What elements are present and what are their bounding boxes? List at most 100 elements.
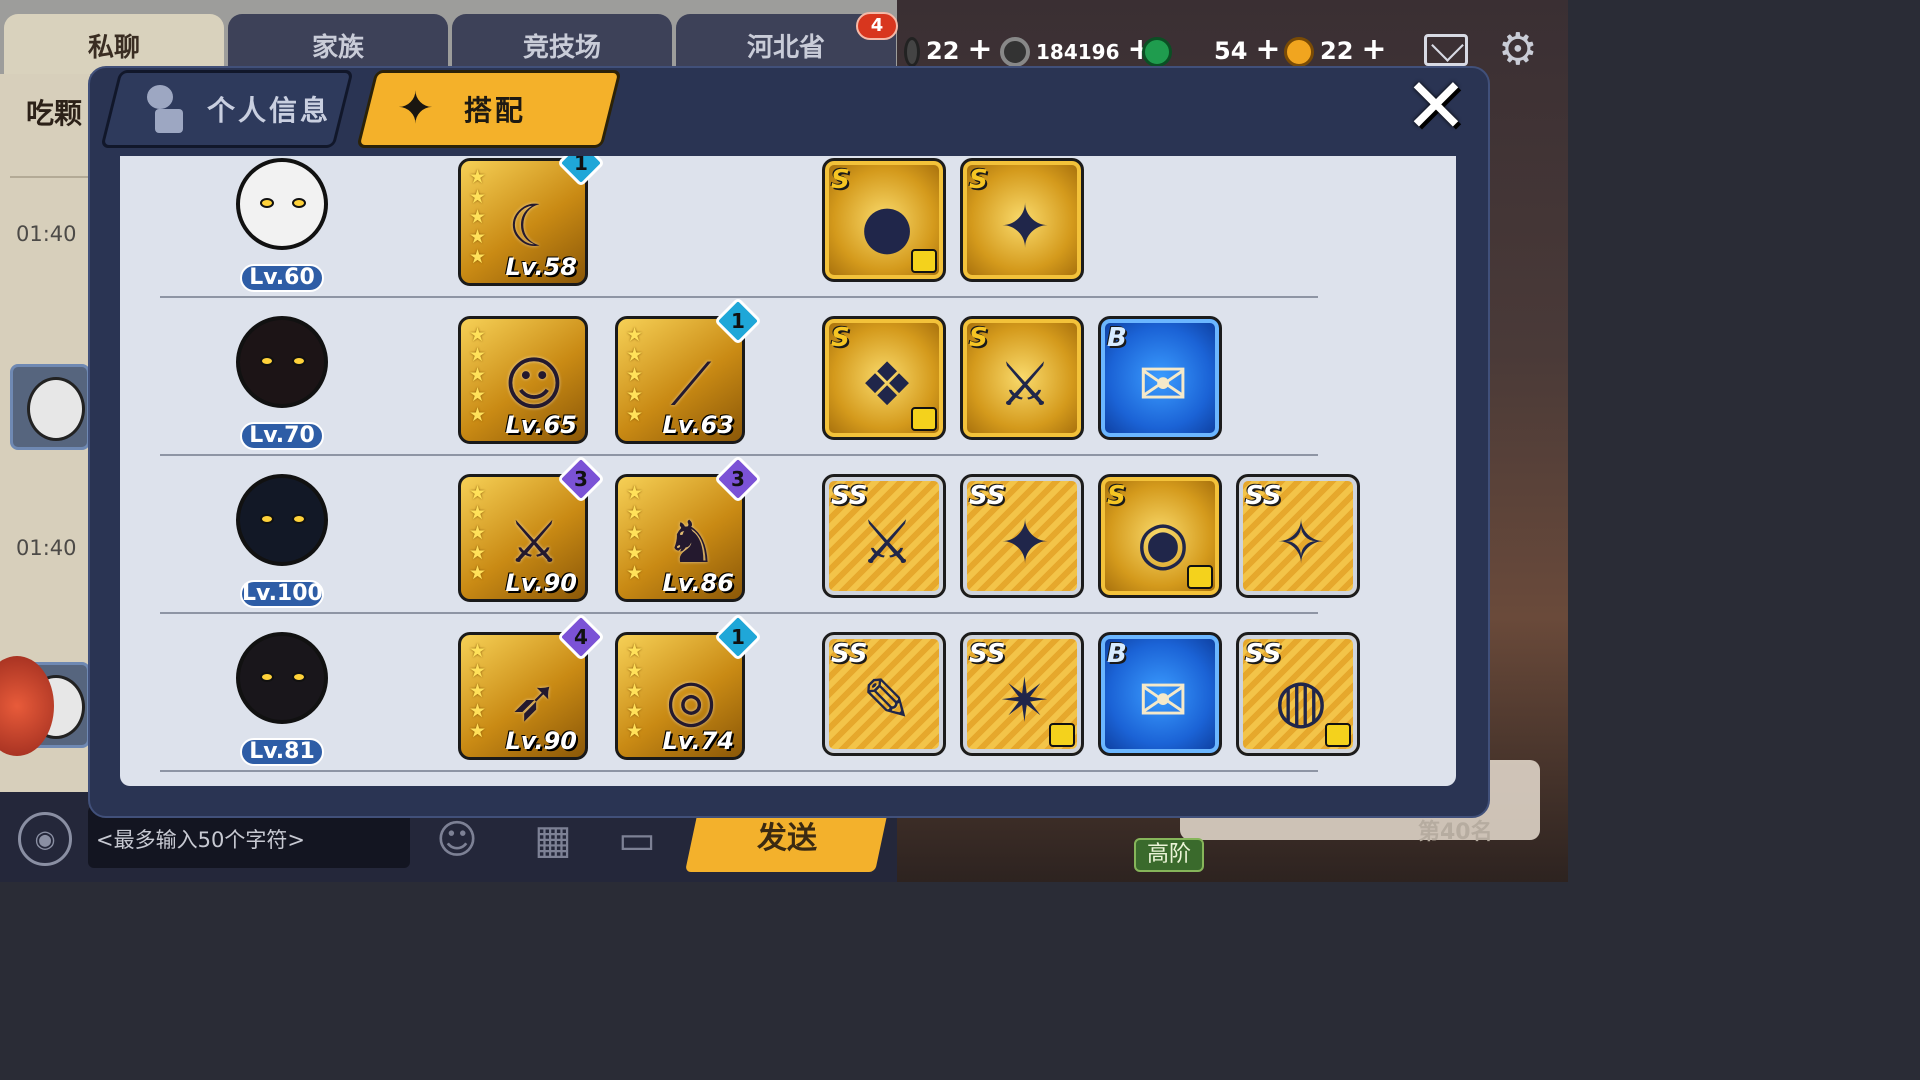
row-divider [160,770,1318,772]
loadout-list: Lv.60 ★ ★ ★ ★ ★ ☾ Lv.58 1 S ● S ✦ Lv.70 ★ ★ ★ ★ ★ ☺… [120,156,1456,786]
panda-face-icon [27,377,85,441]
tab-clan[interactable]: 家族 [228,14,448,74]
upgrade-count: 1 [731,309,745,333]
gear-icon[interactable]: ⚙ [1498,26,1537,74]
equipment-card[interactable]: SS ⚔ [822,474,946,598]
weapon-card[interactable]: ★ ★ ★ ★ ★ ☺ Lv.65 [458,316,588,444]
shirt-icon [911,249,937,273]
quick-message-icon[interactable]: ▭ [610,816,664,864]
equipment-card[interactable]: SS ✎ [822,632,946,756]
shirt-icon [1049,723,1075,747]
equipment-card[interactable]: SS ✧ [1236,474,1360,598]
message-time: 01:40 [16,222,77,246]
equipment-icon: ✉ [1137,666,1189,736]
rank-text: 第40名 [1418,820,1493,845]
equipment-card[interactable]: SS ✦ [960,474,1084,598]
equipment-icon: ✉ [1137,350,1189,420]
hero-level-badge: Lv.100 [240,580,324,608]
equipment-icon: ✦ [999,192,1051,262]
profile-card-icon [141,85,185,133]
avatar[interactable] [10,364,90,450]
weapon-stars: ★ ★ ★ ★ ★ [626,324,644,426]
rank-tier-badge: 高阶 [1134,838,1204,872]
shirt-icon [1325,723,1351,747]
hero-eye [260,672,274,682]
add-coin-button[interactable]: + [967,32,992,67]
tab-loadout[interactable]: ✦ 搭配 [356,70,622,148]
add-green-jade-button[interactable]: + [1255,32,1280,67]
fox-girl-portrait-icon [236,316,328,408]
weapon-stars: ★ ★ ★ ★ ★ [469,166,487,268]
weapon-card[interactable]: ★ ★ ★ ★ ★ ☾ Lv.58 [458,158,588,286]
weapon-level: Lv.74 [662,727,735,755]
shuriken-icon: ✦ [397,83,434,134]
equipment-icon: ⚔ [998,350,1052,420]
equipment-icon: ⚔ [860,508,914,578]
equipment-card[interactable]: S ◉ [1098,474,1222,598]
weapon-stars: ★ ★ ★ ★ ★ [469,324,487,426]
hero-level-badge: Lv.70 [240,422,324,450]
equipment-card[interactable]: S ● [822,158,946,282]
chat-tab-bar: 私聊 家族 竞技场 河北省 [0,14,900,74]
weapon-stars: ★ ★ ★ ★ ★ [626,482,644,584]
upgrade-count: 1 [574,156,588,175]
weapon-level: Lv.90 [505,727,578,755]
weapon-card[interactable]: ★ ★ ★ ★ ★ ◎ Lv.74 [615,632,745,760]
tab-private-chat[interactable]: 私聊 [4,14,224,74]
loadout-row: Lv.70 ★ ★ ★ ★ ★ ☺ Lv.65 ★ ★ ★ ★ ★ ⟋ Lv.63 1 S ❖ S ⚔… [120,296,1456,456]
hero-level-badge: Lv.60 [240,264,324,292]
add-gold-jade-button[interactable]: + [1361,32,1386,67]
divider [10,176,90,178]
emoji-icon[interactable]: ☺ [430,816,484,864]
hero-eye [260,514,274,524]
hero-avatar[interactable] [230,156,334,264]
hero-eye [260,356,274,366]
notification-badge: 4 [856,12,898,40]
loadout-row: Lv.81 ★ ★ ★ ★ ★ ➶ Lv.90 4 ★ ★ ★ ★ ★ ◎ Lv.74 1 SS ✎… [120,612,1456,772]
weapon-level: Lv.58 [505,253,578,281]
hero-avatar[interactable] [230,312,334,422]
hero-level-badge: Lv.81 [240,738,324,766]
upgrade-count: 1 [731,625,745,649]
weapon-card[interactable]: ★ ★ ★ ★ ★ ➶ Lv.90 [458,632,588,760]
weapon-stars: ★ ★ ★ ★ ★ [626,640,644,742]
equipment-card[interactable]: B ✉ [1098,316,1222,440]
tab-personal-info[interactable]: 个人信息 [100,70,354,148]
panda-portrait-icon [236,158,328,250]
weapon-level: Lv.90 [505,569,578,597]
weapon-card[interactable]: ★ ★ ★ ★ ★ ♞ Lv.86 [615,474,745,602]
coin-icon [904,37,920,67]
hero-avatar[interactable] [230,628,334,738]
loadout-row: Lv.60 ★ ★ ★ ★ ★ ☾ Lv.58 1 S ● S ✦ [120,156,1456,298]
weapon-level: Lv.65 [505,411,578,439]
tab-arena[interactable]: 竞技场 [452,14,672,74]
upgrade-count: 3 [574,467,588,491]
close-icon[interactable]: ✕ [1400,68,1472,144]
equipment-icon: ✧ [1275,508,1327,578]
weapon-card[interactable]: ★ ★ ★ ★ ★ ⚔ Lv.90 [458,474,588,602]
gold-jade-icon [1284,37,1314,67]
hero-avatar[interactable] [230,470,334,580]
hero-eye [292,356,306,366]
hero-eye [292,672,306,682]
hero-eye [292,514,306,524]
gift-icon[interactable]: ▦ [526,816,580,864]
equipment-card[interactable]: SS ◍ [1236,632,1360,756]
voice-icon[interactable]: ◉ [18,812,72,866]
message-time: 01:40 [16,536,77,560]
weapon-stars: ★ ★ ★ ★ ★ [469,482,487,584]
equipment-card[interactable]: S ❖ [822,316,946,440]
weapon-card[interactable]: ★ ★ ★ ★ ★ ⟋ Lv.63 [615,316,745,444]
weapon-level: Lv.86 [662,569,735,597]
equipment-card[interactable]: S ✦ [960,158,1084,282]
chat-contact-name[interactable]: 吃颗 [26,92,82,132]
equipment-card[interactable]: SS ✴ [960,632,1084,756]
hero-eye [292,198,306,208]
equipment-card[interactable]: S ⚔ [960,316,1084,440]
green-jade-icon [1142,37,1172,67]
silver-coin-icon [1000,37,1030,67]
weapon-stars: ★ ★ ★ ★ ★ [469,640,487,742]
shirt-icon [911,407,937,431]
equipment-card[interactable]: B ✉ [1098,632,1222,756]
hero-eye [260,198,274,208]
